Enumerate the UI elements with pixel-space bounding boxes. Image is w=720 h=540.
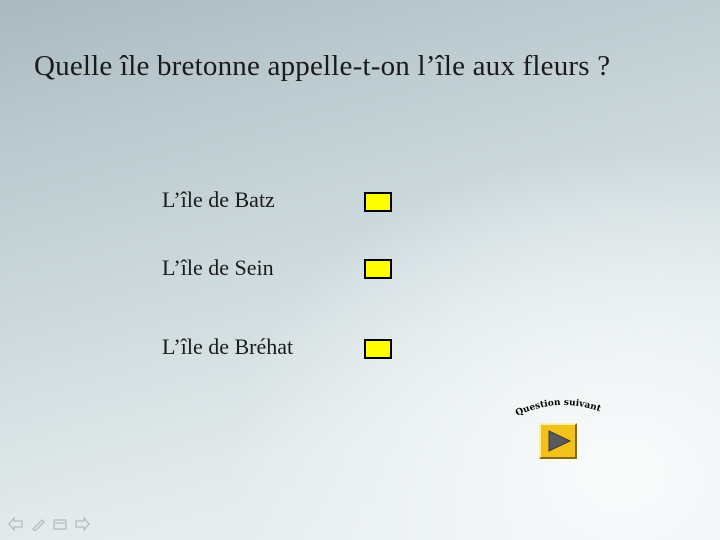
forward-arrow-icon[interactable] <box>74 517 90 531</box>
next-question-button[interactable] <box>539 423 577 459</box>
answer-label-2: L’île de Sein <box>162 255 274 280</box>
answer-box-2[interactable] <box>364 259 392 279</box>
svg-text:Question suivante: Question suivante <box>511 392 603 419</box>
next-question-caption-text: Question suivante <box>511 392 603 419</box>
slideshow-navigation <box>8 516 90 532</box>
pen-icon[interactable] <box>30 517 46 531</box>
answer-label-3: L’île de Bréhat <box>162 334 294 359</box>
play-triangle-icon <box>548 430 572 452</box>
back-arrow-icon[interactable] <box>8 517 24 531</box>
menu-icon[interactable] <box>52 517 68 531</box>
answer-box-1[interactable] <box>364 192 392 212</box>
answer-box-3[interactable] <box>364 339 392 359</box>
slide: Quelle île bretonne appelle-t-on l’île a… <box>0 0 720 540</box>
next-question-caption[interactable]: Question suivante <box>511 392 607 420</box>
question-title: Quelle île bretonne appelle-t-on l’île a… <box>34 50 611 82</box>
answer-label-1: L’île de Batz <box>162 187 275 212</box>
